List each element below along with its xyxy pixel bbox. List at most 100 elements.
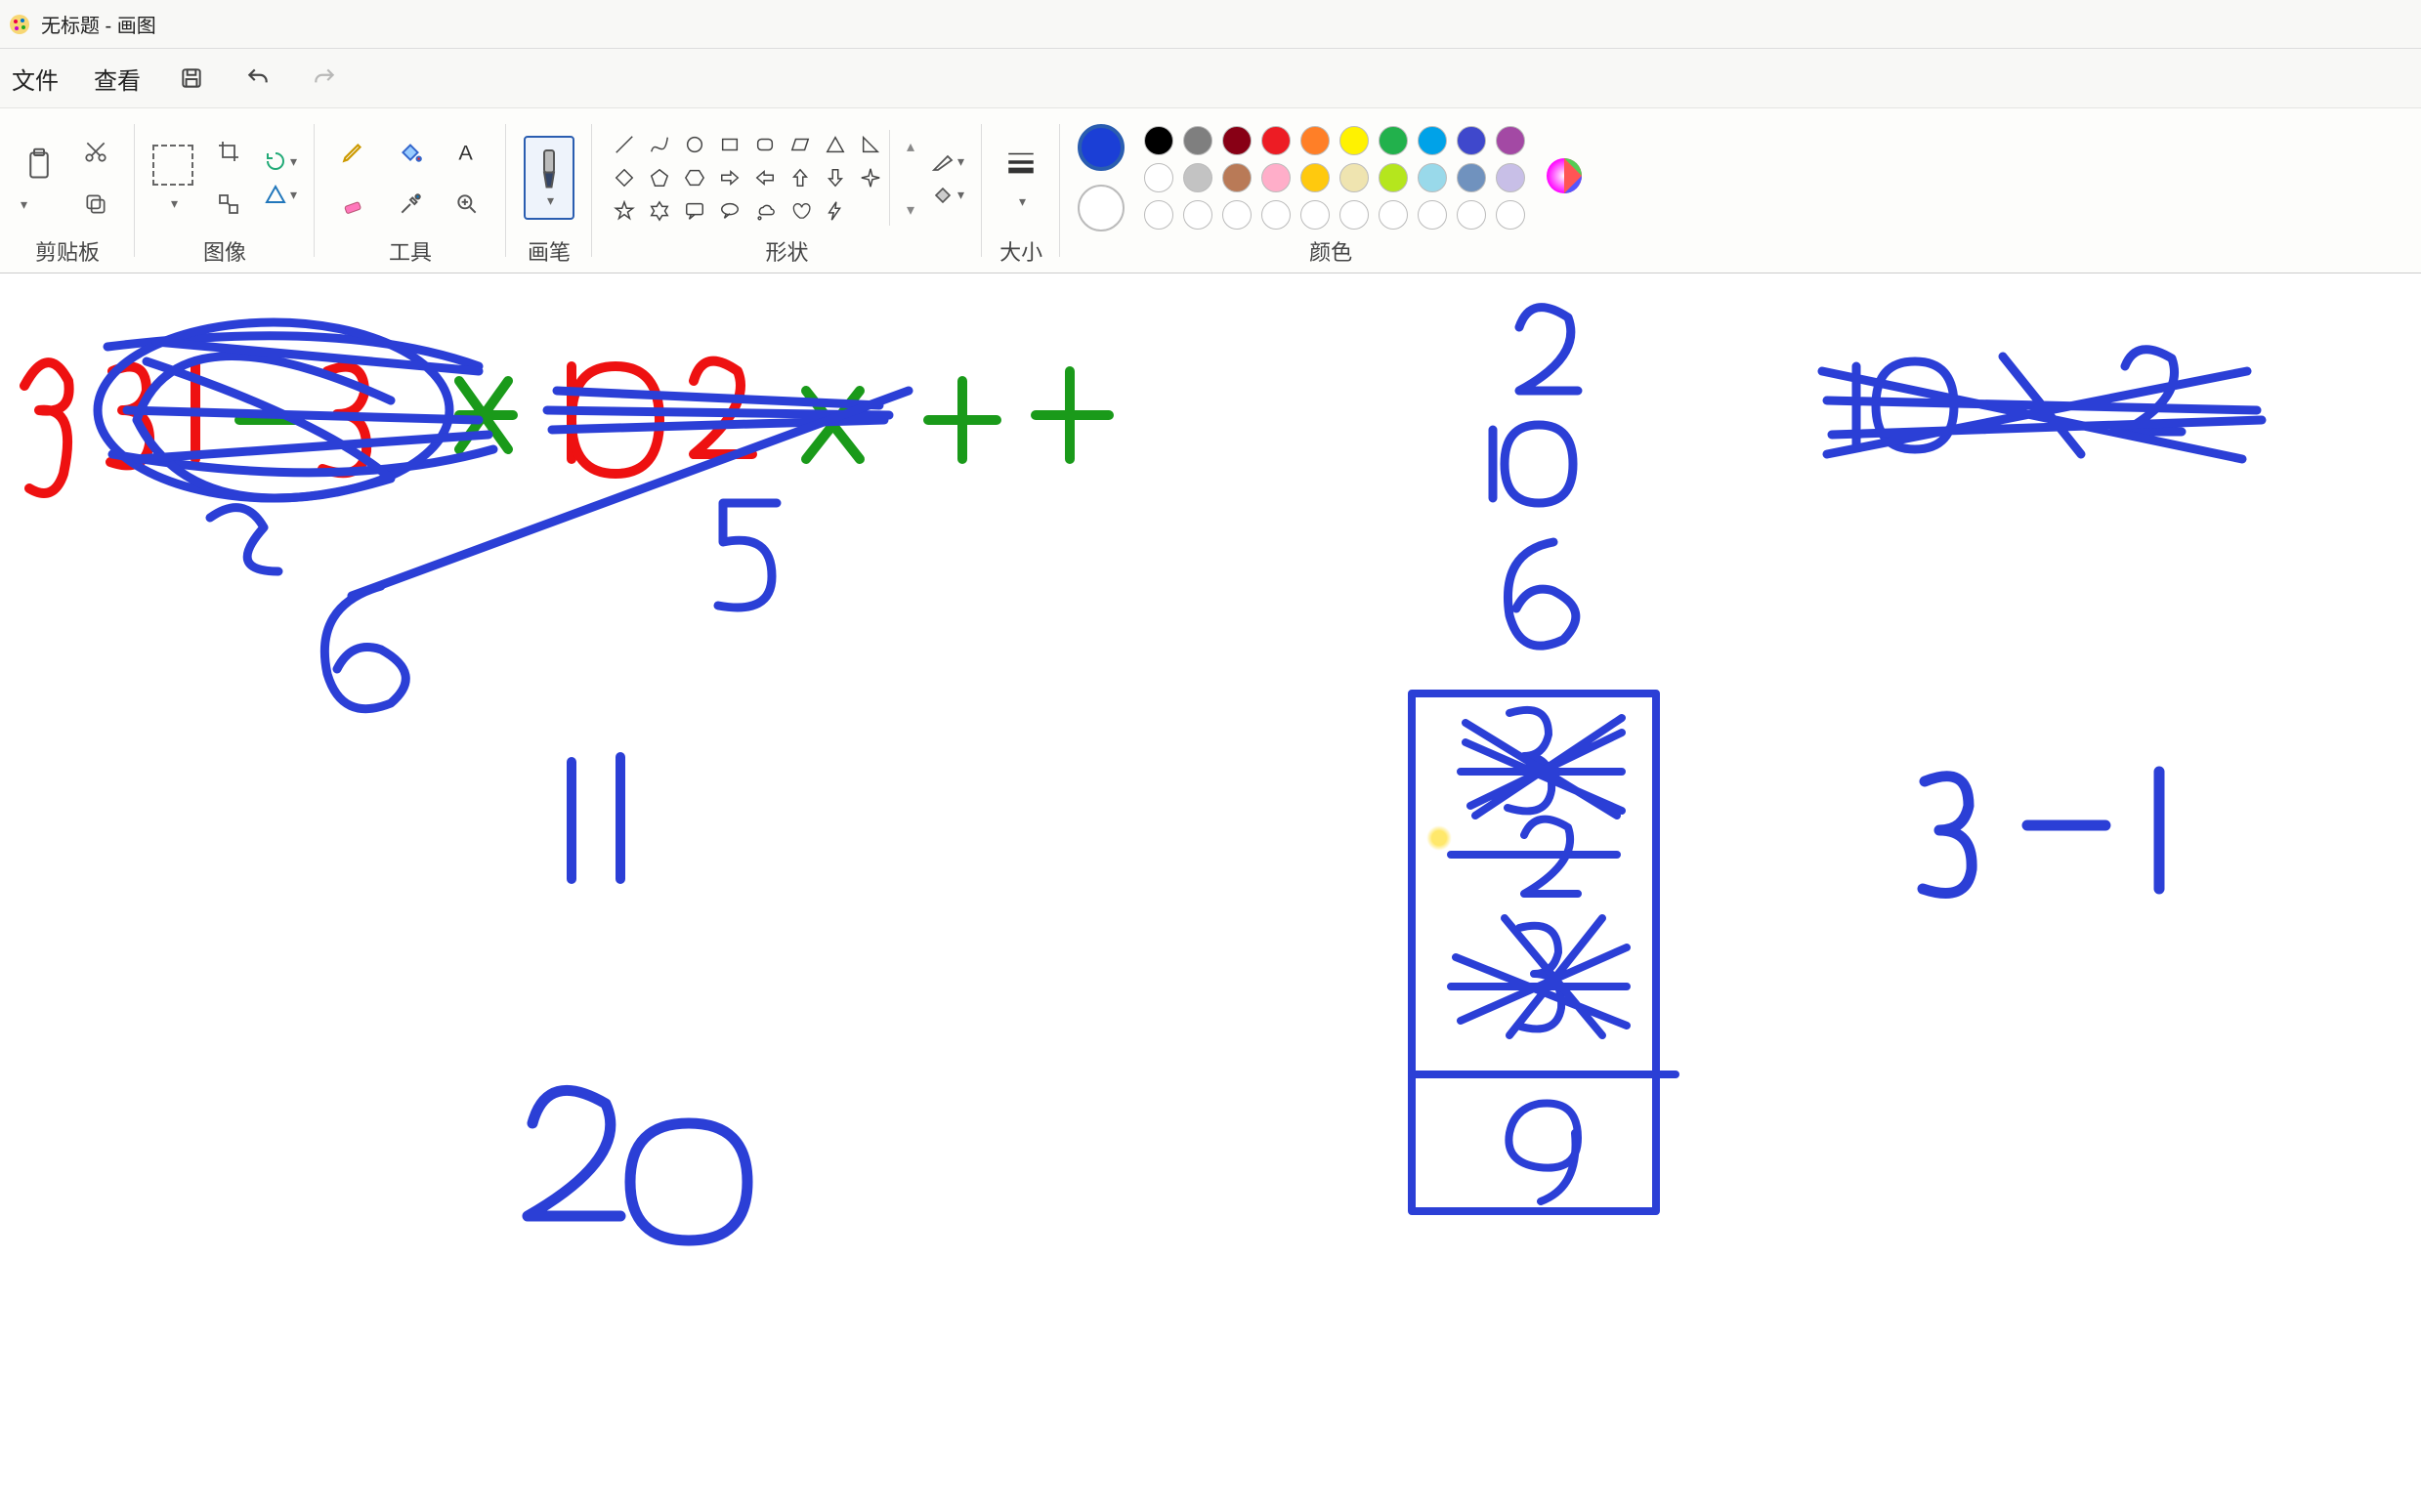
color-swatch[interactable]	[1496, 163, 1525, 192]
pencil-tool-icon[interactable]	[332, 130, 375, 173]
group-label: 画笔	[528, 235, 571, 267]
color-swatch[interactable]	[1300, 163, 1330, 192]
color-swatch[interactable]	[1261, 126, 1291, 155]
group-clipboard: ▾ 剪贴板	[0, 108, 135, 273]
color-swatch[interactable]	[1300, 126, 1330, 155]
save-icon[interactable]	[176, 63, 207, 94]
shape-speech-round[interactable]	[715, 196, 744, 226]
undo-icon[interactable]	[242, 63, 274, 94]
color-swatch[interactable]	[1144, 126, 1173, 155]
ribbon: ▾ 剪贴板 ▾	[0, 107, 2421, 273]
color-swatch[interactable]	[1457, 163, 1486, 192]
color-swatch[interactable]	[1339, 163, 1369, 192]
color-swatch[interactable]	[1144, 163, 1173, 192]
color-swatch-empty[interactable]	[1418, 200, 1447, 230]
shape-pentagon[interactable]	[645, 163, 674, 192]
shape-speech-rect[interactable]	[680, 196, 709, 226]
fill-tool-icon[interactable]	[389, 130, 432, 173]
color-swatch-empty[interactable]	[1379, 200, 1408, 230]
shape-triangle[interactable]	[821, 130, 850, 159]
brush-tool[interactable]: ▾	[524, 136, 574, 220]
color-swatch[interactable]	[1418, 126, 1447, 155]
color-swatch[interactable]	[1379, 126, 1408, 155]
shape-diamond[interactable]	[610, 163, 639, 192]
eraser-tool-icon[interactable]	[332, 183, 375, 226]
select-tool[interactable]	[152, 145, 193, 186]
shape-speech-cloud[interactable]	[750, 196, 780, 226]
group-label: 图像	[203, 235, 246, 267]
shape-lightning[interactable]	[821, 196, 850, 226]
color-swatch[interactable]	[1183, 126, 1212, 155]
shape-six-star[interactable]	[645, 196, 674, 226]
group-shapes: ▴▾ ▾ ▾ 形状	[592, 108, 982, 273]
magnifier-tool-icon[interactable]	[446, 183, 488, 226]
color-swatch-empty[interactable]	[1261, 200, 1291, 230]
color-swatch[interactable]	[1261, 163, 1291, 192]
color-swatch[interactable]	[1418, 163, 1447, 192]
shape-roundrect[interactable]	[750, 130, 780, 159]
cut-icon[interactable]	[74, 130, 117, 173]
redo-icon	[309, 63, 340, 94]
color-1[interactable]	[1078, 124, 1125, 171]
shapes-scrollbar[interactable]: ▴▾	[904, 137, 917, 220]
color-swatch-empty[interactable]	[1222, 200, 1252, 230]
edit-colors-icon[interactable]	[1545, 156, 1584, 200]
crop-icon[interactable]	[207, 130, 250, 173]
shape-four-star[interactable]	[856, 163, 885, 192]
chevron-down-icon[interactable]: ▾	[1019, 193, 1026, 210]
rotate-dropdown[interactable]: ▾	[264, 149, 297, 173]
copy-icon[interactable]	[74, 183, 117, 226]
shape-parallelogram[interactable]	[786, 130, 815, 159]
file-menu[interactable]: 文件	[12, 62, 59, 96]
color-swatch-empty[interactable]	[1339, 200, 1369, 230]
color-swatch[interactable]	[1222, 126, 1252, 155]
color-swatches	[1144, 126, 1525, 230]
group-brushes: ▾ 画笔	[506, 108, 592, 273]
color-2[interactable]	[1078, 185, 1125, 231]
chevron-down-icon[interactable]: ▾	[21, 196, 61, 213]
chevron-down-icon[interactable]: ▾	[171, 195, 178, 212]
group-label: 工具	[389, 235, 432, 267]
shape-arrow-left[interactable]	[750, 163, 780, 192]
shape-hexagon[interactable]	[680, 163, 709, 192]
color-swatch[interactable]	[1379, 163, 1408, 192]
group-tools: A 工具	[315, 108, 506, 273]
color-swatch[interactable]	[1222, 163, 1252, 192]
color-swatch-empty[interactable]	[1496, 200, 1525, 230]
shape-arrow-down[interactable]	[821, 163, 850, 192]
shape-right-triangle[interactable]	[856, 130, 885, 159]
shape-five-star[interactable]	[610, 196, 639, 226]
svg-text:A: A	[458, 141, 473, 164]
text-tool-icon[interactable]: A	[446, 130, 488, 173]
shape-heart[interactable]	[786, 196, 815, 226]
color-swatch-empty[interactable]	[1144, 200, 1173, 230]
view-menu[interactable]: 查看	[94, 62, 141, 96]
resize-icon[interactable]	[207, 183, 250, 226]
color-swatch-empty[interactable]	[1300, 200, 1330, 230]
shape-circle[interactable]	[680, 130, 709, 159]
canvas[interactable]	[0, 273, 2421, 1512]
shape-fill-dropdown[interactable]: ▾	[931, 183, 964, 206]
color-swatch-empty[interactable]	[1457, 200, 1486, 230]
shape-arrow-right[interactable]	[715, 163, 744, 192]
drawing-content	[0, 273, 2421, 1512]
shape-curve[interactable]	[645, 130, 674, 159]
shape-arrow-up[interactable]	[786, 163, 815, 192]
group-size: ▾ 大小	[982, 108, 1060, 273]
color-swatch[interactable]	[1339, 126, 1369, 155]
eyedropper-tool-icon[interactable]	[389, 183, 432, 226]
paste-icon[interactable]	[18, 144, 61, 187]
window-title: 无标题 - 画图	[41, 10, 156, 38]
chevron-down-icon[interactable]: ▾	[547, 192, 554, 209]
shapes-gallery[interactable]	[610, 130, 890, 226]
color-swatch-empty[interactable]	[1183, 200, 1212, 230]
shape-rect[interactable]	[715, 130, 744, 159]
shape-outline-dropdown[interactable]: ▾	[931, 149, 964, 173]
color-swatch[interactable]	[1457, 126, 1486, 155]
flip-dropdown[interactable]: ▾	[264, 183, 297, 206]
size-icon[interactable]	[1004, 146, 1038, 184]
color-swatch[interactable]	[1183, 163, 1212, 192]
color-swatch[interactable]	[1496, 126, 1525, 155]
shape-line[interactable]	[610, 130, 639, 159]
group-label: 颜色	[1309, 235, 1352, 267]
